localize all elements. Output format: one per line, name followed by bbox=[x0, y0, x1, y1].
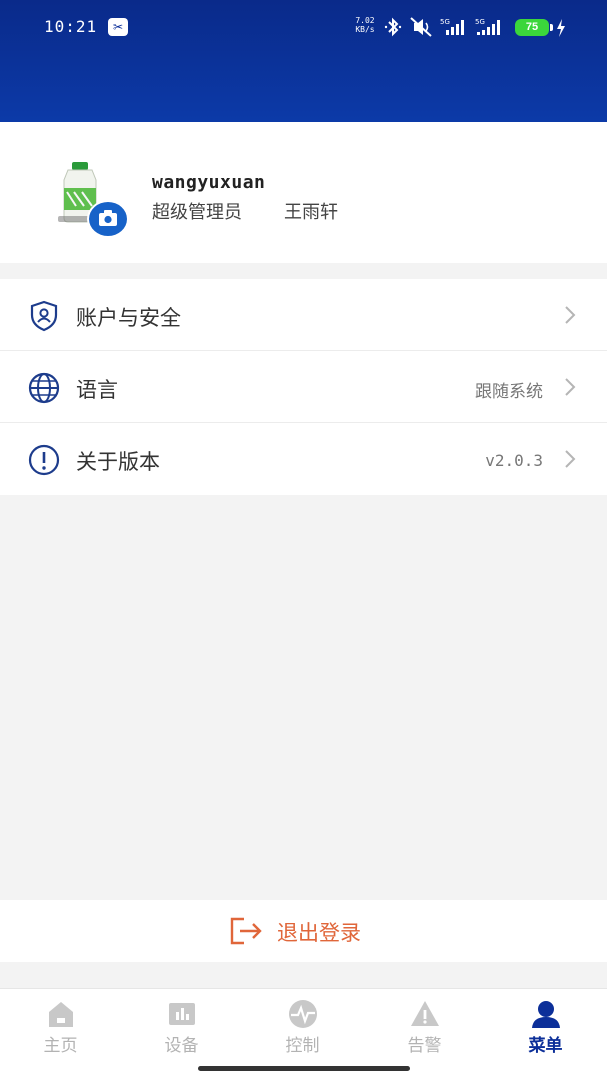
app-notification-icon: ✂ bbox=[108, 18, 128, 36]
device-chart-icon bbox=[169, 1003, 195, 1025]
nav-label-alarm: 告警 bbox=[407, 1036, 442, 1056]
mute-vibrate-icon bbox=[410, 17, 432, 37]
globe-icon bbox=[28, 372, 60, 404]
menu-label-language: 语言 bbox=[76, 378, 118, 402]
home-indicator[interactable] bbox=[198, 1066, 410, 1071]
logout-button[interactable]: 退出登录 bbox=[0, 900, 607, 962]
network-speed: 7.02 KB/s bbox=[352, 16, 378, 34]
version-value: v2.0.3 bbox=[485, 451, 543, 470]
nav-item-home[interactable]: 主页 bbox=[0, 989, 121, 1059]
user-menu-icon bbox=[532, 1001, 560, 1028]
chevron-right-icon bbox=[565, 378, 576, 396]
nav-item-devices[interactable]: 设备 bbox=[121, 989, 242, 1059]
camera-badge[interactable] bbox=[87, 200, 129, 238]
info-icon bbox=[28, 444, 60, 476]
chevron-right-icon bbox=[565, 306, 576, 324]
menu-item-account-security[interactable]: 账户与安全 bbox=[0, 279, 607, 351]
network-speed-value: 7.02 bbox=[355, 16, 375, 25]
nav-item-control[interactable]: 控制 bbox=[242, 989, 363, 1059]
user-real-name: 王雨轩 bbox=[284, 202, 338, 223]
user-role: 超级管理员 bbox=[152, 202, 242, 223]
nav-item-menu[interactable]: 菜单 bbox=[485, 989, 606, 1059]
menu-item-language[interactable]: 语言 跟随系统 bbox=[0, 351, 607, 423]
charging-icon bbox=[557, 19, 565, 37]
signal-5g-icon-2: 5G bbox=[475, 18, 500, 35]
menu-label-about-version: 关于版本 bbox=[76, 450, 160, 474]
settings-menu: 账户与安全 语言 跟随系统 关于版本 v2.0.3 bbox=[0, 279, 607, 495]
username: wangyuxuan bbox=[152, 172, 266, 193]
nav-label-control: 控制 bbox=[285, 1036, 320, 1056]
signal-2-label: 5G bbox=[475, 18, 485, 26]
signal-1-label: 5G bbox=[440, 18, 450, 26]
home-icon bbox=[49, 1002, 73, 1027]
warning-icon bbox=[411, 1001, 439, 1026]
logout-icon bbox=[230, 917, 262, 945]
menu-label-account-security: 账户与安全 bbox=[76, 306, 181, 330]
control-pulse-icon bbox=[289, 1000, 317, 1028]
nav-label-menu: 菜单 bbox=[528, 1036, 563, 1056]
logout-label: 退出登录 bbox=[277, 921, 361, 945]
nav-label-devices: 设备 bbox=[164, 1036, 199, 1056]
status-header: 10:21 ✂ 7.02 KB/s 5G 5G 75 bbox=[0, 0, 607, 122]
battery-tip bbox=[550, 24, 553, 31]
signal-5g-icon-1: 5G bbox=[440, 18, 464, 35]
profile-card: wangyuxuan 超级管理员 王雨轩 bbox=[0, 122, 607, 263]
nav-label-home: 主页 bbox=[43, 1036, 78, 1056]
network-speed-unit: KB/s bbox=[355, 25, 375, 34]
bluetooth-icon bbox=[384, 17, 402, 37]
chevron-right-icon bbox=[565, 450, 576, 468]
language-value: 跟随系统 bbox=[475, 382, 543, 402]
battery-indicator: 75 bbox=[515, 19, 549, 36]
avatar[interactable] bbox=[54, 162, 129, 238]
status-time: 10:21 bbox=[44, 17, 98, 36]
menu-item-about-version[interactable]: 关于版本 v2.0.3 bbox=[0, 423, 607, 495]
camera-icon bbox=[99, 210, 117, 226]
shield-user-icon bbox=[30, 300, 58, 332]
nav-item-alarm[interactable]: 告警 bbox=[364, 989, 485, 1059]
